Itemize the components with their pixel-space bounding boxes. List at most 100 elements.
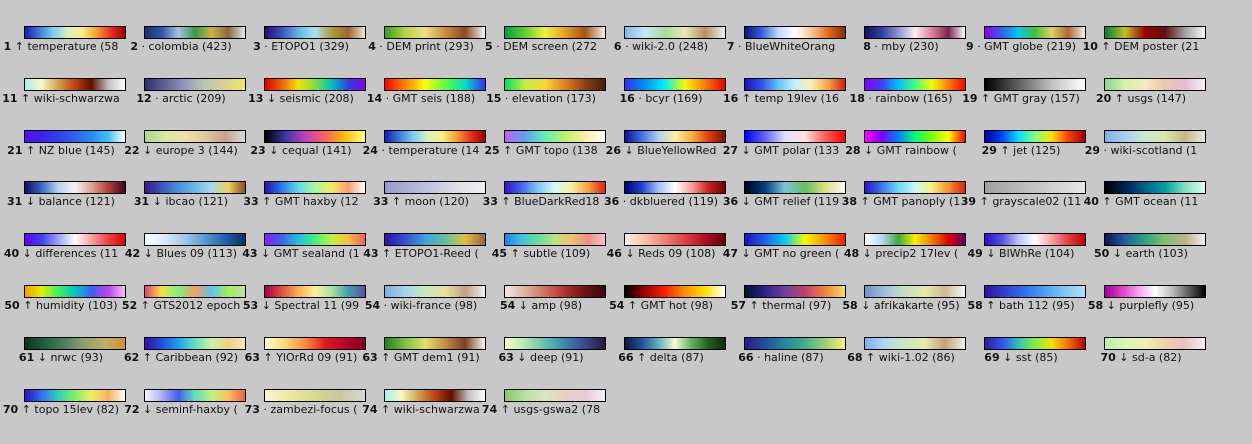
palette-item[interactable]: 7 · BlueWhiteOrang bbox=[720, 26, 846, 62]
palette-item[interactable]: 24 · temperature (14 bbox=[360, 130, 486, 166]
palette-swatch bbox=[864, 78, 966, 91]
palette-rank: 20 bbox=[1095, 92, 1112, 105]
palette-item[interactable]: 45 ↑ subtle (109) bbox=[480, 233, 606, 269]
palette-item[interactable]: 61 ↓ nrwc (93) bbox=[0, 337, 126, 373]
palette-item[interactable]: 46 ↓ Reds 09 (108) bbox=[600, 233, 726, 269]
palette-item[interactable]: 49 ↓ BlWhRe (104) bbox=[960, 233, 1086, 269]
palette-item[interactable]: 33 ↑ GMT haxby (12 bbox=[240, 181, 366, 217]
palette-item[interactable]: 54 ↑ GMT hot (98) bbox=[600, 285, 726, 321]
palette-rank: 33 bbox=[482, 195, 498, 208]
palette-name: GMT panoply (1 bbox=[873, 195, 961, 208]
palette-item[interactable]: 8 · mby (230) bbox=[840, 26, 966, 62]
palette-item[interactable]: 26 ↓ BlueYellowRed bbox=[600, 130, 726, 166]
palette-grid: 1 ↑ temperature (58 2 · colombia (423) 3 ·… bbox=[0, 0, 1252, 444]
palette-item[interactable]: 70 ↓ sd-a (82) bbox=[1080, 337, 1206, 373]
palette-item[interactable]: 72 ↓ seminf-haxby ( bbox=[120, 389, 246, 425]
palette-name: topo 15lev (82) bbox=[34, 403, 120, 416]
palette-caption: 36 ↓ GMT relief (119 bbox=[720, 195, 842, 209]
palette-item[interactable]: 74 ↑ usgs-gswa2 (78 bbox=[480, 389, 606, 425]
palette-item[interactable]: 29 ↑ jet (125) bbox=[960, 130, 1086, 166]
palette-name: wiki-1.02 (86) bbox=[878, 351, 955, 364]
palette-item[interactable]: 36 ↓ GMT relief (119 bbox=[720, 181, 846, 217]
palette-item[interactable]: 14 · GMT seis (188) bbox=[360, 78, 486, 114]
palette-item[interactable]: 20 ↑ usgs (147) bbox=[1080, 78, 1206, 114]
palette-item[interactable]: 15 · elevation (173) bbox=[480, 78, 606, 114]
palette-item[interactable]: 39 ↑ grayscale02 (11 bbox=[960, 181, 1086, 217]
palette-item[interactable]: 47 ↓ GMT no green ( bbox=[720, 233, 846, 269]
palette-name: GMT hot (98) bbox=[640, 299, 713, 312]
palette-item[interactable]: 23 ↓ cequal (141) bbox=[240, 130, 366, 166]
palette-item[interactable]: 53 ↓ Spectral 11 (99 bbox=[240, 285, 366, 321]
palette-item[interactable]: 16 ↑ temp 19lev (16 bbox=[720, 78, 846, 114]
palette-item[interactable]: 43 ↓ GMT sealand (1 bbox=[240, 233, 366, 269]
palette-item[interactable]: 42 ↓ Blues 09 (113) bbox=[120, 233, 246, 269]
palette-item[interactable]: 63 ↑ YlOrRd 09 (91) bbox=[240, 337, 366, 373]
palette-rank: 39 bbox=[960, 195, 977, 208]
palette-item[interactable]: 12 · arctic (209) bbox=[120, 78, 246, 114]
palette-item[interactable]: 57 ↑ thermal (97) bbox=[720, 285, 846, 321]
palette-item[interactable]: 66 · haline (87) bbox=[720, 337, 846, 373]
palette-item[interactable]: 18 · rainbow (165) bbox=[840, 78, 966, 114]
palette-item[interactable]: 9 · GMT globe (219) bbox=[960, 26, 1086, 62]
palette-item[interactable]: 1 ↑ temperature (58 bbox=[0, 26, 126, 62]
palette-item[interactable]: 21 ↑ NZ blue (145) bbox=[0, 130, 126, 166]
palette-item[interactable]: 58 ↑ bath 112 (95) bbox=[960, 285, 1086, 321]
palette-item[interactable]: 63 ↓ deep (91) bbox=[480, 337, 606, 373]
palette-item[interactable]: 16 · bcyr (169) bbox=[600, 78, 726, 114]
palette-item[interactable]: 22 ↓ europe 3 (144) bbox=[120, 130, 246, 166]
palette-item[interactable]: 28 ↓ GMT rainbow ( bbox=[840, 130, 966, 166]
palette-item[interactable]: 11 ↑ wiki-schwarzwa bbox=[0, 78, 126, 114]
palette-swatch bbox=[744, 78, 846, 91]
palette-item[interactable]: 73 · zambezi-focus ( bbox=[240, 389, 366, 425]
palette-item[interactable]: 58 ↓ afrikakarte (95) bbox=[840, 285, 966, 321]
palette-item[interactable]: 33 ↑ BlueDarkRed18 bbox=[480, 181, 606, 217]
palette-item[interactable]: 43 ↑ ETOPO1-Reed ( bbox=[360, 233, 486, 269]
palette-item[interactable]: 74 ↑ wiki-schwarzwa bbox=[360, 389, 486, 425]
palette-item[interactable]: 4 · DEM print (293) bbox=[360, 26, 486, 62]
palette-swatch bbox=[624, 130, 726, 143]
palette-swatch bbox=[264, 130, 366, 143]
palette-item[interactable]: 3 · ETOPO1 (329) bbox=[240, 26, 366, 62]
palette-item[interactable]: 29 · wiki-scotland (1 bbox=[1080, 130, 1206, 166]
sort-direction-icon: ↓ bbox=[143, 403, 153, 416]
palette-item[interactable]: 54 ↓ amp (98) bbox=[480, 285, 606, 321]
palette-item[interactable]: 25 ↑ GMT topo (138 bbox=[480, 130, 606, 166]
palette-name: ibcao (121) bbox=[165, 195, 229, 208]
palette-item[interactable]: 58 ↓ purplefly (95) bbox=[1080, 285, 1206, 321]
palette-item[interactable]: 69 ↓ sst (85) bbox=[960, 337, 1086, 373]
palette-item[interactable]: 33 ↑ moon (120) bbox=[360, 181, 486, 217]
palette-name: temperature (58 bbox=[27, 40, 119, 53]
palette-item[interactable]: 10 ↑ DEM poster (21 bbox=[1080, 26, 1206, 62]
palette-rank: 33 bbox=[243, 195, 259, 208]
palette-item[interactable]: 62 ↑ Caribbean (92) bbox=[120, 337, 246, 373]
sort-direction-icon: ↓ bbox=[741, 144, 751, 157]
palette-swatch bbox=[144, 233, 246, 246]
palette-item[interactable]: 27 ↓ GMT polar (133 bbox=[720, 130, 846, 166]
palette-item[interactable]: 31 ↓ balance (121) bbox=[0, 181, 126, 217]
palette-item[interactable]: 50 ↑ humidity (103) bbox=[0, 285, 126, 321]
sort-direction-icon: ↓ bbox=[986, 247, 996, 260]
palette-item[interactable]: 50 ↓ earth (103) bbox=[1080, 233, 1206, 269]
palette-item[interactable]: 6 · wiki-2.0 (248) bbox=[600, 26, 726, 62]
palette-item[interactable]: 40 ↑ GMT ocean (11 bbox=[1080, 181, 1206, 217]
palette-item[interactable]: 2 · colombia (423) bbox=[120, 26, 246, 62]
palette-item[interactable]: 5 · DEM screen (272 bbox=[480, 26, 606, 62]
sort-direction-icon: ↑ bbox=[263, 351, 273, 364]
palette-item[interactable]: 36 · dkbluered (119) bbox=[600, 181, 726, 217]
palette-item[interactable]: 68 ↑ wiki-1.02 (86) bbox=[840, 337, 966, 373]
palette-item[interactable]: 31 ↓ ibcao (121) bbox=[120, 181, 246, 217]
palette-item[interactable]: 40 ↓ differences (11 bbox=[0, 233, 126, 269]
palette-item[interactable]: 52 ↑ GTS2012 epoch bbox=[120, 285, 246, 321]
palette-item[interactable]: 54 · wiki-france (98) bbox=[360, 285, 486, 321]
palette-item[interactable]: 66 ↑ delta (87) bbox=[600, 337, 726, 373]
palette-swatch bbox=[864, 233, 966, 246]
palette-caption: 1 ↑ temperature (58 bbox=[0, 40, 122, 54]
palette-item[interactable]: 19 ↑ GMT gray (157) bbox=[960, 78, 1086, 114]
palette-item[interactable]: 48 ↓ precip2 17lev ( bbox=[840, 233, 966, 269]
palette-item[interactable]: 70 ↑ topo 15lev (82) bbox=[0, 389, 126, 425]
sort-direction-icon: ↑ bbox=[21, 92, 31, 105]
palette-item[interactable]: 38 ↑ GMT panoply (1 bbox=[840, 181, 966, 217]
palette-item[interactable]: 13 ↓ seismic (208) bbox=[240, 78, 366, 114]
palette-swatch bbox=[264, 181, 366, 194]
palette-item[interactable]: 63 ↑ GMT dem1 (91) bbox=[360, 337, 486, 373]
